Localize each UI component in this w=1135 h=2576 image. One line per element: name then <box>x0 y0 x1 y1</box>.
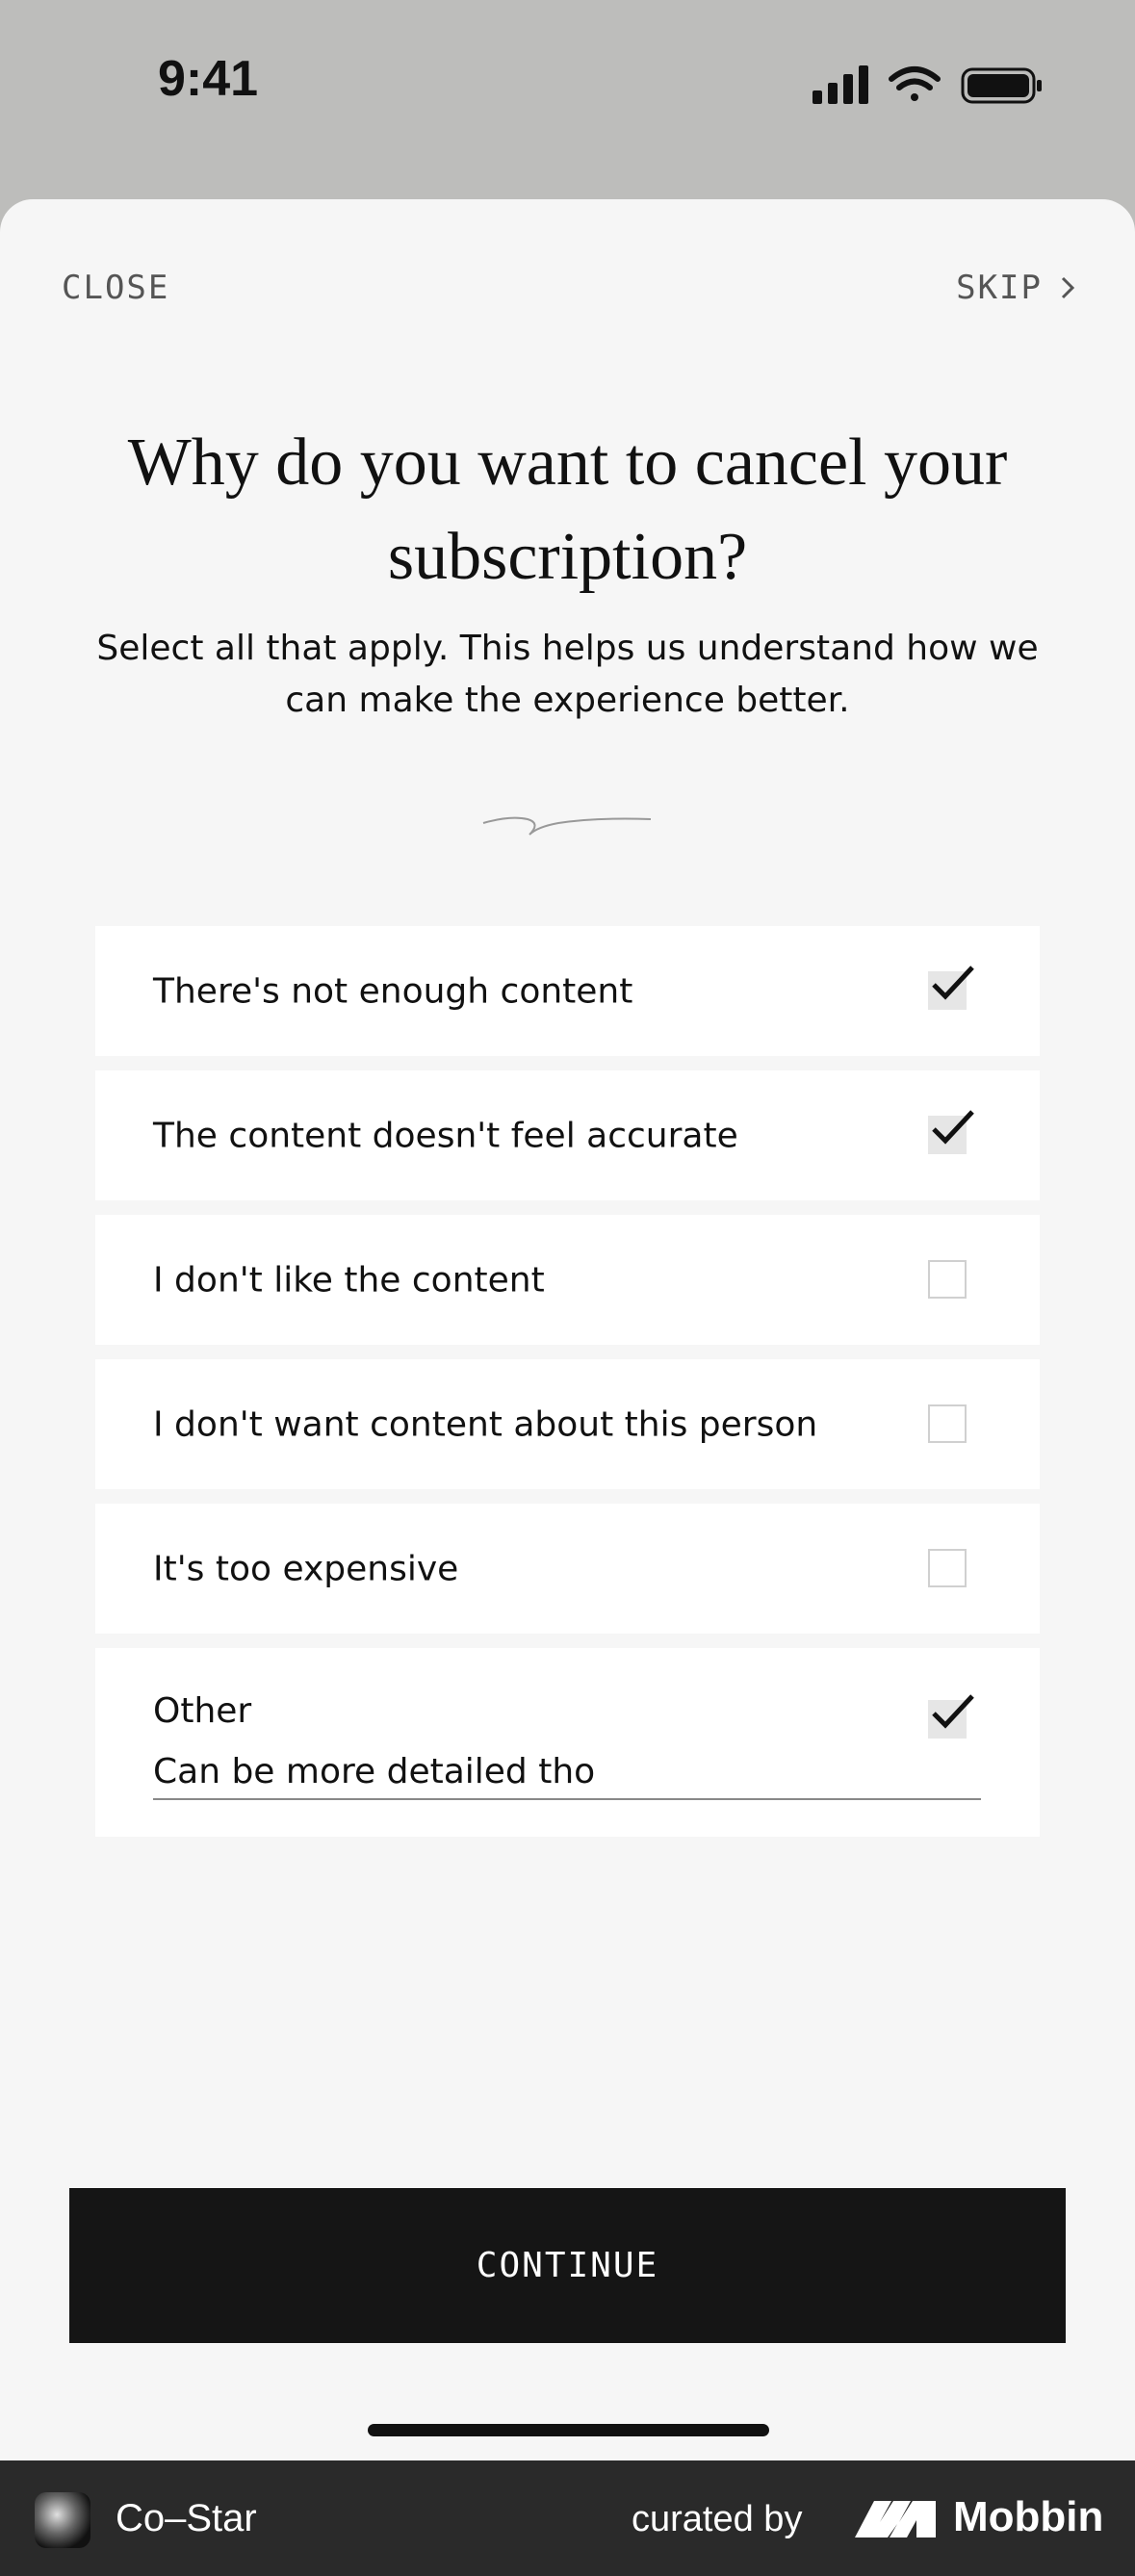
status-icons <box>813 65 1042 104</box>
wifi-icon <box>889 66 941 101</box>
option-label: I don't like the content <box>153 1260 545 1300</box>
option-dont-want-person[interactable]: I don't want content about this person <box>95 1359 1040 1489</box>
squiggle-icon <box>482 816 652 836</box>
page-subtitle: Select all that apply. This helps us und… <box>96 629 1039 720</box>
option-label: It's too expensive <box>153 1549 459 1588</box>
option-other[interactable]: Other <box>95 1648 1040 1837</box>
option-checkbox[interactable] <box>928 1404 967 1443</box>
option-not-enough-content[interactable]: There's not enough content <box>95 926 1040 1056</box>
option-checkbox[interactable] <box>928 966 974 1010</box>
option-checkbox[interactable] <box>928 1110 974 1154</box>
checkmark-icon <box>932 966 974 1000</box>
attribution-footer: Co–Star curated by Mobbin <box>0 2460 1135 2576</box>
page-title: Why do you want to cancel your subscript… <box>127 425 1008 594</box>
close-button[interactable]: CLOSE <box>62 269 169 307</box>
status-time: 9:41 <box>158 51 259 107</box>
option-checkbox[interactable] <box>928 1549 967 1587</box>
option-checkbox[interactable] <box>928 1260 967 1299</box>
checkmark-icon <box>932 1694 974 1729</box>
curated-by-label: curated by <box>632 2499 803 2539</box>
chevron-right-icon <box>1061 276 1075 299</box>
option-label: There's not enough content <box>153 971 633 1011</box>
battery-icon <box>961 67 1042 104</box>
option-label: The content doesn't feel accurate <box>153 1116 738 1155</box>
option-dont-like-content[interactable]: I don't like the content <box>95 1215 1040 1345</box>
brand-name: Mobbin <box>953 2493 1104 2540</box>
signal-icon <box>813 65 868 104</box>
option-label: I don't want content about this person <box>153 1404 818 1444</box>
option-too-expensive[interactable]: It's too expensive <box>95 1504 1040 1634</box>
app-name: Co–Star <box>116 2497 257 2539</box>
skip-label: SKIP <box>956 269 1043 307</box>
status-bar: 9:41 <box>0 0 1135 193</box>
checkmark-icon <box>932 1110 974 1145</box>
other-reason-input[interactable] <box>153 1744 981 1800</box>
other-checkbox[interactable] <box>928 1694 974 1739</box>
skip-button[interactable]: SKIP <box>956 269 1075 307</box>
mobbin-logo-icon <box>855 2501 936 2537</box>
home-indicator <box>368 2424 769 2436</box>
other-label: Other <box>153 1691 252 1731</box>
continue-button[interactable]: CONTINUE <box>69 2188 1066 2343</box>
app-logo <box>35 2492 90 2548</box>
option-not-accurate[interactable]: The content doesn't feel accurate <box>95 1070 1040 1200</box>
cancel-survey-sheet: CLOSE SKIP Why do you want to cancel you… <box>0 199 1135 2460</box>
